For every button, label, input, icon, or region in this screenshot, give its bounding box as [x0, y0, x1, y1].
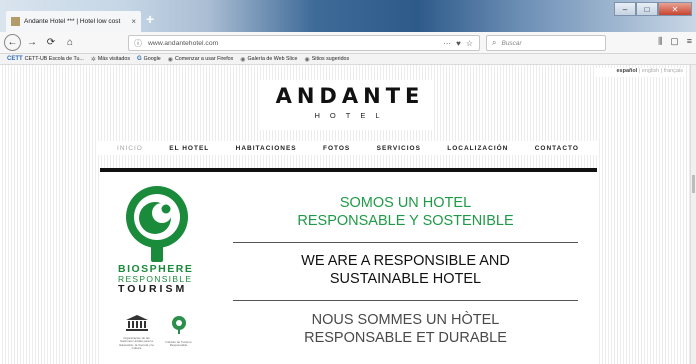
bookmark-label: Comenzar a usar Firefox [174, 56, 234, 62]
window-controls: – □ ✕ [614, 2, 692, 16]
tab-title: Andante Hotel *** | Hotel low cost [24, 18, 121, 25]
bookmark-most-visited[interactable]: ✲ Más visitados [91, 56, 130, 63]
slogan-english: WE ARE A RESPONSIBLE AND SUSTAINABLE HOT… [233, 252, 578, 288]
globe-icon: ◉ [304, 56, 310, 63]
biosphere-tourism: TOURISM [118, 283, 188, 295]
main-menu: INICIO EL HOTEL HABITACIONES FOTOS SERVI… [97, 141, 599, 155]
google-icon: G [136, 56, 142, 62]
minimize-button[interactable]: – [614, 2, 636, 16]
logo-wordmark: ANDANTE [275, 84, 425, 108]
biosphere-logo: BIOSPHERE RESPONSIBLE TOURISM [118, 184, 208, 295]
main-content: BIOSPHERE RESPONSIBLE TOURISM Organizaci… [100, 172, 597, 364]
reload-button[interactable]: ⟳ [43, 35, 59, 51]
menu-item-servicios[interactable]: SERVICIOS [377, 145, 421, 152]
lang-separator: | [660, 68, 663, 74]
sidebar-icon[interactable]: ▢ [670, 36, 679, 47]
lang-separator: | [638, 68, 641, 74]
url-bar[interactable]: ⓘ www.andantehotel.com ··· ♥ ☆ [128, 35, 480, 51]
search-box[interactable]: ⌕ Buscar [486, 35, 606, 51]
bookmark-firefox[interactable]: ◉ Comenzar a usar Firefox [168, 56, 234, 63]
menu-item-contacto[interactable]: CONTACTO [535, 145, 579, 152]
slogan-divider [233, 300, 578, 301]
page-actions-icon[interactable]: ··· [443, 39, 451, 48]
menu-item-el-hotel[interactable]: EL HOTEL [169, 145, 209, 152]
back-button[interactable]: ← [4, 34, 21, 51]
slogan-en-line1: WE ARE A RESPONSIBLE AND [301, 253, 510, 269]
menu-item-localizacion[interactable]: LOCALIZACIÓN [447, 145, 508, 152]
pocket-icon[interactable]: ♥ [456, 39, 461, 48]
bookmark-label: Google [143, 56, 161, 62]
tab-close-icon[interactable]: × [131, 17, 136, 26]
globe-icon: ◉ [167, 56, 173, 63]
search-placeholder: Buscar [501, 39, 522, 47]
lang-french[interactable]: français [664, 68, 683, 74]
responsible-tourism-logo: Instituto de Turismo Responsable [159, 315, 198, 355]
site-logo[interactable]: ANDANTE HOTEL [260, 80, 434, 130]
page-viewport: español | english | français ANDANTE HOT… [0, 65, 690, 364]
navigation-toolbar: ← → ⟳ ⌂ ⓘ www.andantehotel.com ··· ♥ ☆ ⌕… [0, 32, 696, 54]
bookmark-suggested[interactable]: ◉ Sitios sugeridos [304, 56, 349, 63]
bookmark-label: CETT-UB Escola de Tu... [24, 56, 84, 62]
lang-spanish[interactable]: español [617, 68, 638, 74]
gear-icon: ✲ [90, 56, 96, 63]
menu-item-fotos[interactable]: FOTOS [323, 145, 350, 152]
menu-icon[interactable]: ≡ [687, 36, 692, 47]
page-scrollbar[interactable] [690, 65, 696, 364]
window-titlebar: Andante Hotel *** | Hotel low cost × + –… [0, 0, 696, 32]
slogan-en-line2: SUSTAINABLE HOTEL [329, 271, 482, 287]
bookmark-web-slice[interactable]: ◉ Galería de Web Slice [240, 56, 297, 63]
slogan-es-line1: SOMOS UN HOTEL [339, 195, 472, 211]
slogan-spanish: SOMOS UN HOTEL RESPONSABLE Y SOSTENIBLE [233, 194, 578, 230]
home-button[interactable]: ⌂ [62, 35, 78, 51]
close-window-button[interactable]: ✕ [658, 2, 692, 16]
slogan-fr-line2: RESPONSABLE ET DURABLE [304, 330, 507, 346]
bookmark-google[interactable]: G Google [137, 56, 161, 62]
partner-logos: Organización de las Naciones Unidas para… [118, 315, 198, 355]
slogan-fr-line1: NOUS SOMMES UN HÒTEL [311, 312, 500, 328]
slogan-es-line2: RESPONSABLE Y SOSTENIBLE [297, 213, 514, 229]
tree-icon [171, 316, 186, 334]
url-actions: ··· ♥ ☆ [443, 39, 473, 48]
menu-item-inicio[interactable]: INICIO [117, 145, 143, 152]
bookmark-label: Sitios sugeridos [311, 56, 350, 62]
unesco-temple-icon [125, 315, 148, 331]
new-tab-button[interactable]: + [146, 12, 154, 26]
slogan-divider [233, 242, 578, 243]
language-switcher: español | english | français [596, 68, 686, 77]
browser-tab[interactable]: Andante Hotel *** | Hotel low cost × [6, 11, 141, 32]
search-icon: ⌕ [492, 38, 497, 47]
bookmark-label: Más visitados [97, 56, 130, 62]
url-text[interactable]: www.andantehotel.com [148, 40, 443, 47]
toolbar-right: ⫼ ▢ ≡ [658, 36, 692, 47]
bookmark-cett[interactable]: CETT CETT-UB Escola de Tu... [7, 56, 84, 62]
unesco-logo: Organización de las Naciones Unidas para… [118, 315, 155, 355]
menu-item-habitaciones[interactable]: HABITACIONES [236, 145, 297, 152]
forward-button[interactable]: → [24, 35, 40, 51]
bookmark-label: Galería de Web Slice [247, 56, 298, 62]
logo-subtitle: HOTEL [314, 111, 390, 120]
cett-favicon-icon: CETT [7, 56, 23, 62]
biosphere-emblem-icon [126, 186, 188, 262]
library-icon[interactable]: ⫼ [658, 36, 662, 47]
lang-english[interactable]: english [642, 68, 659, 74]
maximize-button[interactable]: □ [636, 2, 658, 16]
bookmarks-toolbar: CETT CETT-UB Escola de Tu... ✲ Más visit… [0, 54, 696, 65]
info-icon[interactable]: ⓘ [134, 38, 142, 49]
bookmark-star-icon[interactable]: ☆ [466, 39, 473, 48]
scrollbar-thumb[interactable] [692, 175, 695, 193]
slogan-french: NOUS SOMMES UN HÒTEL RESPONSABLE ET DURA… [233, 311, 578, 347]
tree-caption: Instituto de Turismo Responsable [165, 340, 192, 348]
globe-icon: ◉ [240, 56, 246, 63]
site-favicon-icon [11, 17, 20, 26]
unesco-caption: Organización de las Naciones Unidas para… [119, 336, 154, 351]
